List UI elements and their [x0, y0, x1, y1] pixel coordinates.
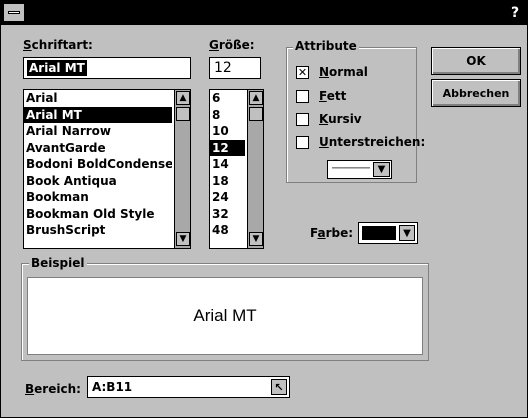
preview-text: Arial MT — [193, 306, 257, 325]
size-value: 12 — [214, 60, 232, 76]
size-list-item[interactable]: 18 — [210, 173, 245, 190]
size-list-item[interactable]: 32 — [210, 206, 245, 223]
cancel-button[interactable]: Abbrechen — [431, 79, 521, 107]
size-listbox[interactable]: 6 8 10 12 14 18 24 32 48 ▲ ▼ — [209, 89, 264, 249]
underline-label: Unterstreichen: — [319, 135, 426, 149]
font-list-item[interactable]: AvantGarde — [24, 140, 172, 157]
font-list-item[interactable]: BrushScript — [24, 222, 172, 239]
color-label: Farbe: — [310, 226, 354, 240]
font-list-item[interactable]: Bookman — [24, 189, 172, 206]
scroll-thumb[interactable] — [249, 107, 263, 121]
range-picker-icon[interactable]: ↖ — [271, 379, 287, 395]
font-list-item[interactable]: Bodoni BoldCondense — [24, 156, 172, 173]
check-mark-icon: ✕ — [297, 66, 308, 79]
size-list-item[interactable]: 48 — [210, 222, 245, 239]
size-list-item[interactable]: 12 — [210, 139, 245, 156]
font-list-item[interactable]: Arial MT — [24, 106, 172, 123]
range-input[interactable]: A:B11 ↖ — [87, 376, 290, 398]
system-menu-button[interactable] — [3, 3, 25, 22]
color-select[interactable]: ▼ — [358, 222, 418, 244]
font-name-input[interactable]: Arial MT — [23, 57, 191, 79]
size-list-item[interactable]: 10 — [210, 123, 245, 140]
underline-style-value: ─────── — [332, 164, 370, 174]
dropdown-arrow-icon[interactable]: ▼ — [399, 225, 415, 241]
bold-label: Fett — [319, 89, 347, 103]
window-title: Schriften & Attribute — [180, 5, 348, 21]
size-list-item[interactable]: 24 — [210, 189, 245, 206]
font-list-item[interactable]: Arial Narrow — [24, 123, 172, 140]
attribute-group-label: Attribute — [293, 39, 359, 53]
font-list-item[interactable]: Arial — [24, 90, 172, 107]
scroll-up-icon[interactable]: ▲ — [176, 91, 190, 105]
font-name-value: Arial MT — [27, 60, 87, 76]
font-list-item[interactable]: Book Antiqua — [24, 173, 172, 190]
normal-label: Normal — [319, 65, 368, 79]
font-listbox[interactable]: Arial Arial MT Arial Narrow AvantGarde Bodon… — [23, 89, 191, 249]
range-label: Bereich: — [25, 382, 81, 396]
italic-label: Kursiv — [319, 112, 362, 126]
font-list-item[interactable]: Bookman Old Style — [24, 206, 172, 223]
size-label: Größe: — [209, 38, 255, 52]
size-list-item[interactable]: 6 — [210, 90, 245, 107]
help-icon[interactable]: ? — [505, 4, 525, 22]
size-list-item[interactable]: 14 — [210, 156, 245, 173]
normal-checkbox[interactable]: ✕ — [296, 66, 309, 79]
italic-checkbox[interactable] — [296, 113, 309, 126]
dropdown-arrow-icon[interactable]: ▼ — [373, 162, 390, 177]
preview-area: Arial MT — [27, 277, 423, 355]
font-label: Schriftart: — [23, 38, 93, 52]
underline-style-select[interactable]: ─────── ▼ — [327, 160, 392, 179]
font-list-scrollbar[interactable]: ▲ ▼ — [174, 90, 190, 248]
scroll-down-icon[interactable]: ▼ — [249, 232, 263, 246]
color-swatch — [362, 226, 396, 240]
scroll-thumb[interactable] — [176, 107, 190, 121]
scroll-down-icon[interactable]: ▼ — [176, 232, 190, 246]
scroll-up-icon[interactable]: ▲ — [249, 91, 263, 105]
dialog-window: Schriften & Attribute ? Schriftart: Aria… — [0, 0, 528, 418]
size-list-item[interactable]: 8 — [210, 107, 245, 124]
ok-button[interactable]: OK — [431, 47, 521, 75]
preview-group-label: Beispiel — [29, 256, 87, 270]
range-value: A:B11 — [92, 380, 133, 394]
size-input[interactable]: 12 — [209, 57, 261, 79]
bold-checkbox[interactable] — [296, 90, 309, 103]
system-menu-icon — [8, 11, 20, 14]
underline-checkbox[interactable] — [296, 136, 309, 149]
size-list-scrollbar[interactable]: ▲ ▼ — [247, 90, 263, 248]
